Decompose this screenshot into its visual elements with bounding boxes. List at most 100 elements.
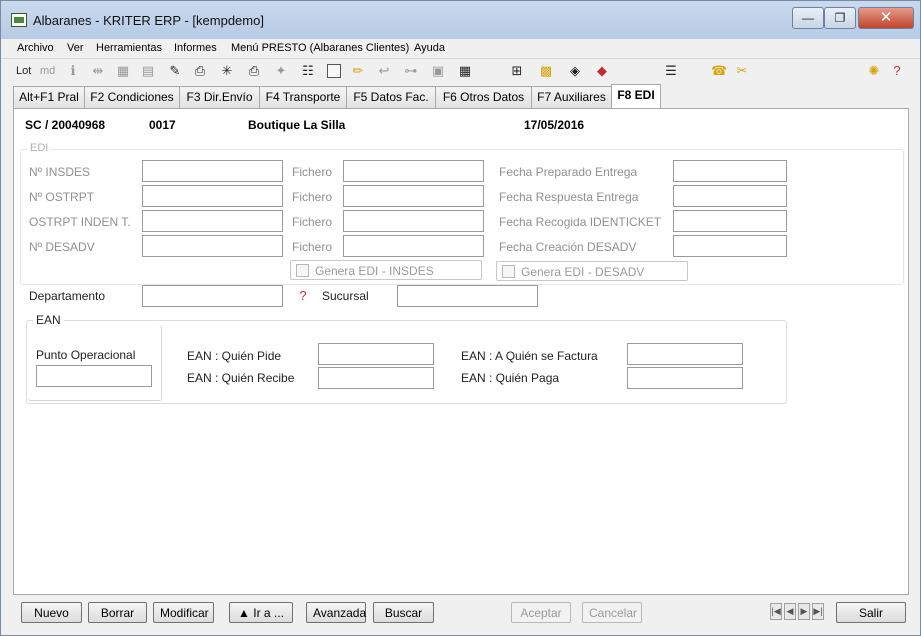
asterisk-icon[interactable]: ✳ <box>219 63 235 79</box>
ean-quien-recibe-label: EAN : Quién Recibe <box>187 371 295 385</box>
buscar-button[interactable]: Buscar <box>373 602 434 623</box>
desadv-input[interactable] <box>142 235 283 257</box>
lightbulb-icon[interactable]: ✺ <box>866 63 882 79</box>
fecha-preparado-label: Fecha Preparado Entrega <box>499 165 638 179</box>
toolbar: Lot md ℹ ⇹ ▦ ▤ ✎ ⎙ ✳ ⎙ ✦ ☷ ✏ ↩ ⊶ ▣ ▦ ⊞ ▩… <box>1 59 920 85</box>
list-icon[interactable]: ☰ <box>663 63 679 79</box>
package-icon[interactable]: ◈ <box>567 63 583 79</box>
menu-herramientas[interactable]: Herramientas <box>96 42 162 54</box>
form-icon[interactable]: ☷ <box>300 63 316 79</box>
calendar-icon[interactable]: ▩ <box>538 63 554 79</box>
highlight-icon[interactable]: ✏ <box>350 63 366 79</box>
punto-operacional-input[interactable] <box>36 365 152 387</box>
cancelar-button[interactable]: Cancelar <box>582 602 642 623</box>
nuevo-button[interactable]: Nuevo <box>21 602 82 623</box>
ostrpt-input[interactable] <box>142 185 283 207</box>
tab-direnvio[interactable]: F3 Dir.Envío <box>179 86 260 108</box>
md-button[interactable]: md <box>40 65 55 81</box>
tab-datosfac[interactable]: F5 Datos Fac. <box>346 86 436 108</box>
tab-edi[interactable]: F8 EDI <box>611 84 661 109</box>
edit-icon[interactable]: ✎ <box>167 63 183 79</box>
paperclip-icon[interactable]: ✂ <box>734 63 750 79</box>
genera-insdes-label: Genera EDI - INSDES <box>315 264 434 278</box>
help-icon[interactable]: ? <box>889 63 905 79</box>
edi-legend: EDI <box>27 142 52 154</box>
desadv-fichero-input[interactable] <box>343 235 484 257</box>
ostrpt-inden-input[interactable] <box>142 210 283 232</box>
insdes-fichero-label: Fichero <box>292 165 333 179</box>
genera-desadv-checkbox[interactable]: Genera EDI - DESADV <box>496 261 688 281</box>
fecha-recogida-input[interactable] <box>673 210 787 232</box>
ean-quien-factura-label: EAN : A Quién se Factura <box>461 349 598 363</box>
insdes-fichero-input[interactable] <box>343 160 484 182</box>
minimize-button[interactable]: — <box>792 7 824 29</box>
inden-fichero-input[interactable] <box>343 210 484 232</box>
menu-informes[interactable]: Informes <box>174 42 217 54</box>
tree-icon[interactable]: ⊶ <box>403 63 419 79</box>
tab-auxiliares[interactable]: F7 Auxiliares <box>531 86 612 108</box>
ostrpt-fichero-input[interactable] <box>343 185 484 207</box>
genera-insdes-box[interactable] <box>296 264 309 277</box>
menu-presto[interactable]: Menú PRESTO (Albaranes Clientes) <box>231 42 409 54</box>
menu-ver[interactable]: Ver <box>67 42 84 54</box>
table-icon[interactable]: ▤ <box>140 63 156 79</box>
phone-icon[interactable]: ☎ <box>711 63 727 79</box>
wand-icon[interactable]: ✦ <box>273 63 289 79</box>
prev-record-button[interactable]: ◀ <box>784 603 796 620</box>
lot-button[interactable]: Lot <box>16 65 31 81</box>
next-record-button[interactable]: ▶ <box>798 603 810 620</box>
genera-desadv-label: Genera EDI - DESADV <box>521 265 645 279</box>
title-bar[interactable]: Albaranes - KRITER ERP - [kempdemo] — ❐ … <box>1 1 920 39</box>
genera-desadv-box[interactable] <box>502 265 515 278</box>
question-icon[interactable]: ? <box>295 289 311 303</box>
close-button[interactable]: ✕ <box>858 7 914 29</box>
calculator-icon[interactable]: ▦ <box>457 63 473 79</box>
fecha-preparado-input[interactable] <box>673 160 787 182</box>
tab-condiciones[interactable]: F2 Condiciones <box>84 86 180 108</box>
modificar-button[interactable]: Modificar <box>153 602 214 623</box>
ir-a-button[interactable]: ▲ Ir a ... <box>229 602 293 623</box>
fecha-creacion-input[interactable] <box>673 235 787 257</box>
tab-transporte[interactable]: F4 Transporte <box>259 86 347 108</box>
app-icon[interactable] <box>11 13 27 27</box>
print-icon[interactable]: ⎙ <box>246 63 262 79</box>
ean-quien-pide-input[interactable] <box>318 343 434 365</box>
departamento-input[interactable] <box>142 285 283 307</box>
aceptar-button[interactable]: Aceptar <box>511 602 571 623</box>
maximize-button[interactable]: ❐ <box>824 7 856 29</box>
tag-icon[interactable]: ◆ <box>594 63 610 79</box>
ean-quien-pide-label: EAN : Quién Pide <box>187 349 282 363</box>
desadv-label: Nº DESADV <box>29 240 95 254</box>
genera-insdes-checkbox[interactable]: Genera EDI - INSDES <box>290 260 482 280</box>
customer-name: Boutique La Silla <box>248 118 346 132</box>
sucursal-label: Sucursal <box>322 289 369 303</box>
grid-icon[interactable]: ▦ <box>115 63 131 79</box>
tab-principal[interactable]: Alt+F1 Pral <box>13 86 85 108</box>
menu-archivo[interactable]: Archivo <box>17 42 54 54</box>
image-icon[interactable]: ▣ <box>430 63 446 79</box>
info-icon[interactable]: ℹ <box>65 63 81 79</box>
inden-fichero-label: Fichero <box>292 215 333 229</box>
sucursal-input[interactable] <box>397 285 538 307</box>
fecha-respuesta-input[interactable] <box>673 185 787 207</box>
insdes-input[interactable] <box>142 160 283 182</box>
ean-quien-paga-input[interactable] <box>627 367 743 389</box>
avanzada-button[interactable]: Avanzada <box>306 602 366 623</box>
punto-operacional-box <box>28 325 162 401</box>
ean-quien-factura-input[interactable] <box>627 343 743 365</box>
borrar-button[interactable]: Borrar <box>88 602 147 623</box>
menu-ayuda[interactable]: Ayuda <box>414 42 445 54</box>
document-date: 17/05/2016 <box>524 118 585 132</box>
tab-otrosdatos[interactable]: F6 Otros Datos <box>435 86 532 108</box>
last-record-button[interactable]: ▶| <box>812 603 824 620</box>
preview-icon[interactable]: ⎙ <box>192 63 208 79</box>
ean-quien-recibe-input[interactable] <box>318 367 434 389</box>
split-icon[interactable]: ⇹ <box>90 63 106 79</box>
ean-quien-paga-label: EAN : Quién Paga <box>461 371 560 385</box>
blank-icon[interactable] <box>327 64 341 78</box>
salir-button[interactable]: Salir <box>836 602 906 623</box>
first-record-button[interactable]: |◀ <box>770 603 782 620</box>
hierarchy-icon[interactable]: ⊞ <box>509 63 525 79</box>
punto-operacional-label: Punto Operacional <box>36 348 136 362</box>
arrow-in-icon[interactable]: ↩ <box>376 63 392 79</box>
